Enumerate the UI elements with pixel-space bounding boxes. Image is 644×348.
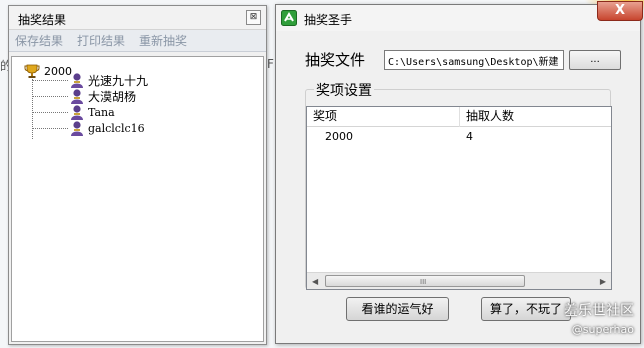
user-icon (71, 105, 83, 120)
results-toolbar: 保存结果 打印结果 重新抽奖 (9, 30, 266, 52)
thumb-grip: III (420, 278, 427, 286)
browse-button[interactable]: ... (569, 50, 621, 70)
column-header-count[interactable]: 抽取人数 (460, 107, 610, 127)
tree-item[interactable]: galclclc16 (32, 120, 145, 136)
redraw-button[interactable]: 重新抽奖 (139, 32, 187, 49)
tree-item[interactable]: 光速九十九 (32, 72, 148, 88)
lottery-main-window: 抽奖圣手 X 抽奖文件 C:\Users\samsung\Desktop\新建 … (275, 1, 643, 344)
horizontal-scrollbar[interactable]: ◀ III ▶ (307, 272, 611, 289)
app-icon (281, 10, 297, 26)
scroll-left-icon[interactable]: ◀ (312, 277, 318, 286)
tree-item-label: 大漠胡杨 (88, 89, 137, 104)
save-results-button[interactable]: 保存结果 (15, 32, 63, 49)
watermark-handle: @superhao (571, 323, 634, 336)
main-window-title: 抽奖圣手 (304, 13, 353, 27)
results-tree[interactable]: 2000 光速九十九 大漠胡杨 Tana galclclc16 (11, 56, 264, 342)
tree-item-label: galclclc16 (88, 121, 145, 135)
column-header-prize[interactable]: 奖项 (307, 107, 460, 127)
user-icon (71, 73, 83, 88)
cell-count: 4 (466, 129, 473, 143)
cell-prize: 2000 (325, 129, 353, 143)
tree-item-label: Tana (88, 105, 115, 119)
tree-item[interactable]: Tana (32, 104, 115, 120)
background-text-fragment: F (267, 57, 274, 71)
prize-table[interactable]: 奖项 抽取人数 2000 4 ◀ III ▶ (306, 106, 612, 290)
scroll-right-icon[interactable]: ▶ (600, 277, 606, 286)
table-header: 奖项 抽取人数 (307, 107, 611, 127)
file-path-field[interactable]: C:\Users\samsung\Desktop\新建 (384, 50, 564, 70)
group-title: 奖项设置 (314, 80, 374, 100)
results-window: 抽奖结果 ⊠ 保存结果 打印结果 重新抽奖 2000 光速九十九 大漠胡杨 Ta… (8, 5, 267, 345)
quit-button[interactable]: 算了，不玩了 (481, 297, 571, 321)
main-titlebar: 抽奖圣手 X (276, 1, 643, 31)
tree-item-label: 光速九十九 (88, 73, 149, 88)
close-icon[interactable]: ⊠ (246, 10, 261, 25)
table-row[interactable]: 2000 4 (307, 127, 611, 145)
user-icon (71, 121, 83, 136)
results-titlebar: 抽奖结果 ⊠ (9, 6, 266, 30)
user-icon (71, 89, 83, 104)
prize-settings-group: 奖项设置 奖项 抽取人数 2000 4 ◀ III ▶ (305, 80, 612, 290)
watermark-text: 羞乐世社区 (564, 303, 634, 319)
draw-button[interactable]: 看谁的运气好 (346, 297, 449, 321)
close-icon[interactable]: X (597, 1, 643, 21)
scroll-thumb[interactable]: III (325, 275, 525, 287)
tree-item[interactable]: 大漠胡杨 (32, 88, 136, 104)
print-results-button[interactable]: 打印结果 (77, 32, 125, 49)
file-label: 抽奖文件 (305, 51, 366, 69)
results-window-title: 抽奖结果 (18, 13, 67, 27)
